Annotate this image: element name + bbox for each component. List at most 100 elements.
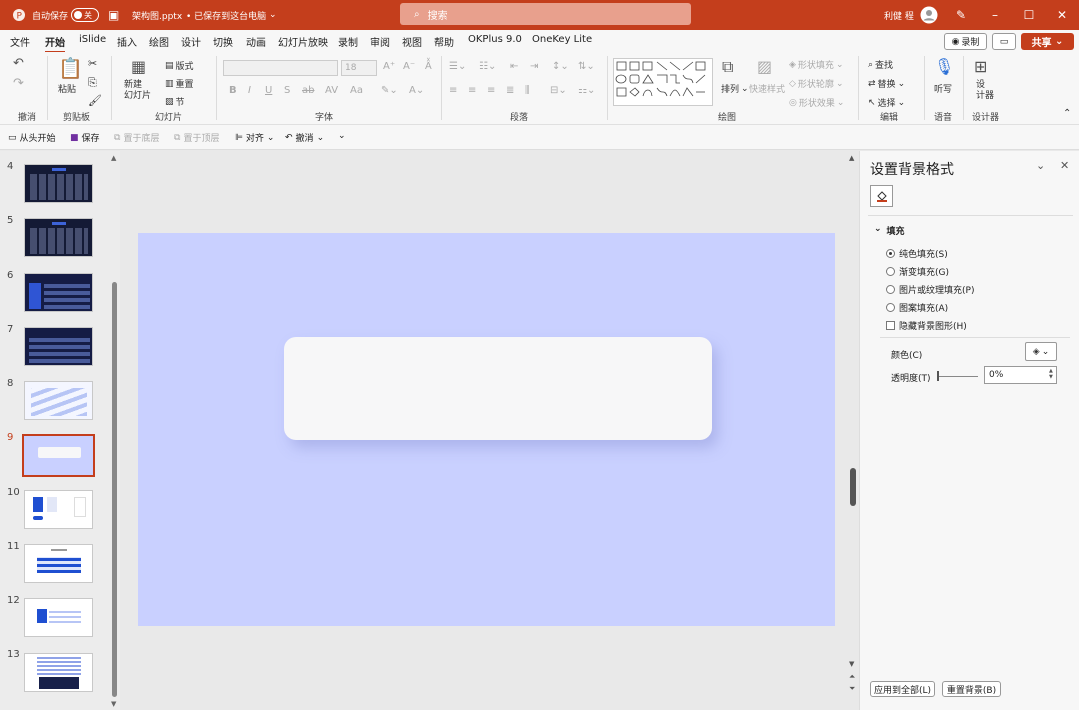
highlight-icon[interactable]: ✎⌄ [381, 85, 398, 96]
slide-thumbnail[interactable] [24, 381, 93, 420]
reset-button[interactable]: ▥ 重置 [165, 77, 194, 91]
from-start-button[interactable]: ▭ 从头开始 [8, 131, 56, 145]
tab-review[interactable]: 审阅 [370, 34, 390, 49]
align-right-icon[interactable]: ≡ [487, 85, 495, 96]
prev-slide-icon[interactable]: ⏶ [849, 672, 855, 682]
qat-save-button[interactable]: ■ 保存 [70, 131, 100, 145]
slider-handle[interactable] [937, 371, 939, 381]
save-status[interactable]: • 已保存到这台电脑 ⌄ [186, 0, 277, 30]
slide-thumbnail-selected[interactable] [22, 434, 95, 477]
text-direction-icon[interactable]: ⇅⌄ [578, 61, 595, 72]
maximize-icon[interactable]: ☐ [1012, 0, 1046, 30]
shape-outline-button[interactable]: ◇ 形状轮廓 ⌄ [789, 77, 843, 91]
fill-tab[interactable] [870, 185, 893, 207]
tab-design[interactable]: 设计 [181, 34, 201, 49]
shadow-icon[interactable]: S [284, 85, 290, 96]
pattern-fill-option[interactable]: 图案填充(A) [886, 301, 948, 314]
align-left-icon[interactable]: ≡ [449, 85, 457, 96]
copy-icon[interactable]: ⎘ [88, 76, 97, 90]
new-slide-icon[interactable]: ▦ [131, 57, 146, 76]
canvas-scrollbar[interactable] [850, 468, 856, 506]
undo-icon[interactable]: ↶ [13, 56, 24, 71]
reset-background-button[interactable]: 重置背景(B) [942, 681, 1001, 697]
slide-thumbnail[interactable] [24, 490, 93, 529]
designer-icon[interactable]: ⊞ [974, 57, 987, 76]
align-text-icon[interactable]: ⊟⌄ [550, 85, 567, 96]
arrange-button[interactable]: 排列 ⌄ [721, 82, 749, 96]
canvas-scroll-up-icon[interactable]: ▲ [849, 154, 854, 162]
transparency-slider[interactable] [938, 376, 978, 377]
save-icon[interactable]: ▣ [108, 0, 119, 30]
tab-help[interactable]: 帮助 [434, 34, 454, 49]
font-shrink-icon[interactable]: A⁻ [403, 61, 415, 72]
slide-thumbnail[interactable] [24, 653, 93, 692]
quick-styles-icon[interactable]: ▨ [757, 57, 772, 76]
avatar[interactable] [920, 0, 938, 30]
align-center-icon[interactable]: ≡ [468, 85, 476, 96]
qat-undo-button[interactable]: ↶ 撤消 ⌄ [285, 131, 324, 145]
slide-thumbnail[interactable] [24, 218, 93, 257]
tab-transitions[interactable]: 切换 [213, 34, 233, 49]
bold-icon[interactable]: B [229, 85, 237, 96]
section-button[interactable]: ▧ 节 [165, 95, 185, 109]
line-spacing-icon[interactable]: ↕⌄ [552, 61, 569, 72]
layout-button[interactable]: ▤ 版式 [165, 59, 194, 73]
new-slide-button[interactable]: 新建 幻灯片 [124, 80, 151, 102]
tab-file[interactable]: 文件 [10, 34, 30, 49]
find-button[interactable]: ⌕ 查找 [868, 58, 893, 72]
bring-front-button[interactable]: ⧉ 置于顶层 [174, 131, 219, 145]
tab-okplus[interactable]: OKPlus 9.0 [468, 34, 522, 45]
share-button[interactable]: 共享 ⌄ [1021, 33, 1074, 50]
char-spacing-icon[interactable]: AV [325, 85, 338, 96]
minimize-icon[interactable]: – [978, 0, 1012, 30]
apply-to-all-button[interactable]: 应用到全部(L) [870, 681, 935, 697]
pen-icon[interactable]: ✎ [956, 0, 966, 30]
columns-icon[interactable]: ⫼ [525, 85, 530, 96]
shape-fill-button[interactable]: ◈ 形状填充 ⌄ [789, 58, 843, 72]
decrease-indent-icon[interactable]: ⇤ [510, 61, 518, 72]
designer-button[interactable]: 设 计器 [976, 80, 994, 102]
autosave-toggle[interactable]: 关 [71, 0, 99, 30]
numbering-icon[interactable]: ☷⌄ [479, 61, 496, 72]
record-button[interactable]: ◉ 录制 [944, 33, 987, 50]
tab-view[interactable]: 视图 [402, 34, 422, 49]
customize-qat-icon[interactable]: ⌄ [338, 131, 346, 141]
scroll-up-icon[interactable]: ▲ [111, 154, 116, 162]
clear-format-icon[interactable]: Aͯ [425, 61, 432, 72]
tab-onekey[interactable]: OneKey Lite [532, 34, 592, 45]
slide-thumbnail[interactable] [24, 327, 93, 366]
picture-fill-option[interactable]: 图片或纹理填充(P) [886, 283, 974, 296]
select-button[interactable]: ↖ 选择 ⌄ [868, 96, 905, 110]
format-painter-icon[interactable]: 🖌 [88, 94, 102, 107]
rounded-card-shape[interactable] [284, 337, 712, 440]
pane-options-chevron-icon[interactable]: ⌄ [1036, 159, 1045, 172]
quick-styles-button[interactable]: 快速样式 [749, 82, 785, 95]
font-color-icon[interactable]: A⌄ [409, 85, 424, 96]
paste-button[interactable]: 粘贴 [58, 82, 76, 95]
strikethrough-icon[interactable]: ab [302, 85, 314, 96]
change-case-icon[interactable]: Aa [350, 85, 363, 96]
cut-icon[interactable]: ✂ [88, 57, 97, 70]
clipboard-icon[interactable]: 📋 [58, 56, 83, 80]
tab-record[interactable]: 录制 [338, 34, 358, 49]
fill-section-header[interactable]: ⌄ 填充 [874, 224, 905, 237]
microphone-icon[interactable]: 🎙 [934, 57, 954, 76]
hide-background-checkbox[interactable]: 隐藏背景图形(H) [886, 319, 967, 332]
transparency-input[interactable]: 0% [984, 366, 1057, 384]
canvas-scroll-down-icon[interactable]: ▼ [849, 660, 854, 668]
next-slide-icon[interactable]: ⏷ [849, 684, 855, 694]
slide-thumbnail[interactable] [24, 164, 93, 203]
dictate-button[interactable]: 听写 [934, 82, 952, 95]
search-box[interactable]: ⌕ 搜索 [400, 3, 691, 25]
slide-thumbnail[interactable] [24, 544, 93, 583]
justify-icon[interactable]: ≣ [506, 85, 514, 96]
italic-icon[interactable]: I [248, 85, 251, 96]
solid-fill-option[interactable]: 纯色填充(S) [886, 247, 948, 260]
gradient-fill-option[interactable]: 渐变填充(G) [886, 265, 949, 278]
pane-close-icon[interactable]: ✕ [1060, 159, 1069, 172]
color-picker-button[interactable]: ◈ ⌄ [1025, 342, 1057, 361]
shapes-gallery[interactable] [613, 58, 713, 106]
tab-slideshow[interactable]: 幻灯片放映 [278, 34, 328, 49]
bullets-icon[interactable]: ☰⌄ [449, 61, 466, 72]
tab-animations[interactable]: 动画 [246, 34, 266, 49]
